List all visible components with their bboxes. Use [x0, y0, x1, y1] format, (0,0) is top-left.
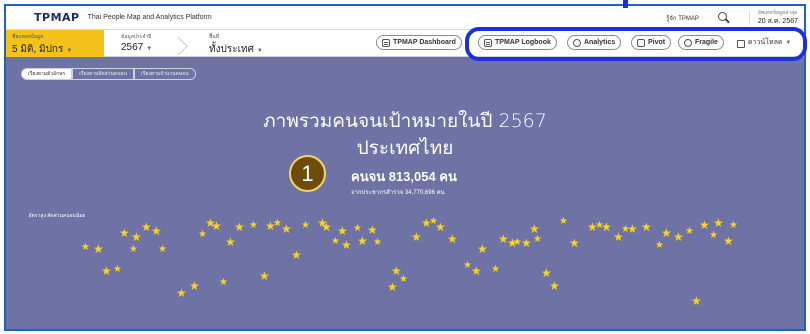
annotation-pointer [623, 0, 628, 8]
province-star-icon[interactable]: ★ [281, 223, 292, 235]
province-star-icon[interactable]: ★ [541, 267, 552, 279]
province-star-icon[interactable]: ★ [353, 224, 362, 234]
province-star-icon[interactable]: ★ [301, 221, 310, 231]
province-star-icon[interactable]: ★ [641, 221, 652, 233]
province-star-icon[interactable]: ★ [119, 227, 130, 239]
province-star-icon[interactable]: ★ [158, 245, 167, 255]
province-star-icon[interactable]: ★ [685, 227, 694, 237]
province-star-icon[interactable]: ★ [723, 235, 734, 247]
province-star-icon[interactable]: ★ [533, 235, 542, 245]
province-star-icon[interactable]: ★ [101, 265, 112, 277]
province-star-icon[interactable]: ★ [627, 223, 638, 235]
province-star-icon[interactable]: ★ [176, 287, 187, 299]
province-star-icon[interactable]: ★ [655, 241, 664, 251]
province-star-icon[interactable]: ★ [435, 221, 446, 233]
province-star-icon[interactable]: ★ [491, 265, 500, 275]
province-star-icon[interactable]: ★ [713, 217, 724, 229]
province-star-icon[interactable]: ★ [151, 225, 162, 237]
province-star-icon[interactable]: ★ [211, 220, 222, 232]
province-star-icon[interactable]: ★ [189, 280, 200, 292]
province-star-icon[interactable]: ★ [387, 281, 398, 293]
province-star-icon[interactable]: ★ [477, 243, 488, 255]
province-star-icon[interactable]: ★ [601, 221, 612, 233]
province-star-icon[interactable]: ★ [259, 270, 270, 282]
province-star-icon[interactable]: ★ [691, 295, 702, 307]
province-star-icon[interactable]: ★ [411, 231, 422, 243]
province-star-icon[interactable]: ★ [709, 231, 718, 241]
province-star-icon[interactable]: ★ [559, 217, 568, 227]
province-star-icon[interactable]: ★ [549, 280, 560, 292]
province-star-icon[interactable]: ★ [367, 224, 378, 236]
province-star-icon[interactable]: ★ [729, 221, 738, 231]
province-star-icon[interactable]: ★ [234, 221, 245, 233]
province-star-icon[interactable]: ★ [521, 237, 532, 249]
province-star-icon[interactable]: ★ [198, 230, 207, 240]
annotation-highlight-box [465, 27, 807, 61]
province-star-icon[interactable]: ★ [331, 237, 340, 247]
province-star-icon[interactable]: ★ [399, 275, 408, 285]
province-star-icon[interactable]: ★ [447, 233, 458, 245]
province-star-icon[interactable]: ★ [471, 265, 482, 277]
province-star-icon[interactable]: ★ [673, 231, 684, 243]
province-star-icon[interactable]: ★ [113, 265, 122, 275]
province-star-icon[interactable]: ★ [373, 238, 382, 248]
province-star-icon[interactable]: ★ [569, 237, 580, 249]
province-star-icon[interactable]: ★ [225, 236, 236, 248]
province-star-icon[interactable]: ★ [93, 243, 104, 255]
province-star-icon[interactable]: ★ [291, 249, 302, 261]
province-star-icon[interactable]: ★ [81, 243, 90, 253]
province-star-icon[interactable]: ★ [661, 227, 672, 239]
province-star-icon[interactable]: ★ [341, 239, 352, 251]
province-star-icon[interactable]: ★ [249, 221, 258, 231]
province-star-icon[interactable]: ★ [321, 221, 332, 233]
province-star-icon[interactable]: ★ [337, 225, 348, 237]
province-star-icon[interactable]: ★ [129, 245, 138, 255]
province-star-icon[interactable]: ★ [219, 278, 228, 288]
